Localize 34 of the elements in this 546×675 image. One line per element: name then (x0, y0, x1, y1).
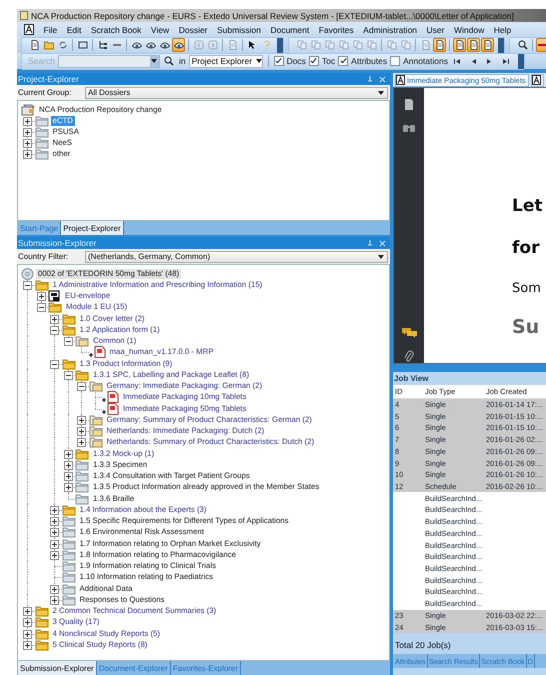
menu-item[interactable]: Window (454, 24, 484, 34)
menu-item[interactable]: Administration (363, 24, 418, 34)
filter-label: Country Filter: (18, 252, 70, 261)
panel-title: Job View (393, 373, 430, 385)
menu-item[interactable]: Help (494, 24, 512, 34)
group-label: Current Group: (18, 88, 72, 97)
checkbox-label: Docs (286, 56, 306, 66)
panel-title: Submission-Explorer (18, 238, 96, 248)
menu-item[interactable]: Favorites (318, 24, 354, 34)
in-label: in (178, 56, 186, 66)
panel-title: Project-Explorer (18, 74, 79, 84)
checkbox-label: Annotations (403, 56, 448, 66)
panel-tab[interactable]: Submission-Explorer (18, 661, 97, 675)
scope-select[interactable]: Project Explorer (188, 54, 263, 68)
menu-item[interactable]: View (150, 24, 170, 34)
search-label: Search (28, 56, 55, 66)
document-text: Let (512, 198, 544, 215)
menu-item[interactable]: Scratch Book (90, 24, 142, 34)
job-total: Total 20 Job(s) (394, 639, 452, 652)
group-select[interactable]: All Dossiers (85, 86, 388, 98)
window-title: NCA Production Repository change - EURS - Extedo Universal Review System - [EXTEDIUM-tablet...\0000\Letter of Application] (31, 10, 514, 20)
menu-item[interactable]: User (426, 24, 444, 34)
checkbox-label: Attributes (351, 56, 388, 66)
panel-tab[interactable]: Project-Explorer (61, 221, 124, 235)
menu-item[interactable]: Dossier (178, 24, 208, 34)
menu-item[interactable]: Edit (66, 24, 82, 34)
menu-item[interactable]: File (44, 24, 58, 34)
document-text: Su (512, 318, 540, 337)
menu-item[interactable]: Submission (217, 24, 261, 34)
checkbox-label: Toc (322, 56, 336, 66)
document-text: Som (512, 282, 542, 295)
menu-item[interactable]: Document (270, 24, 310, 34)
document-text: for (512, 240, 540, 257)
country-filter-select[interactable]: (Netherlands, Germany, Common) (85, 250, 388, 262)
